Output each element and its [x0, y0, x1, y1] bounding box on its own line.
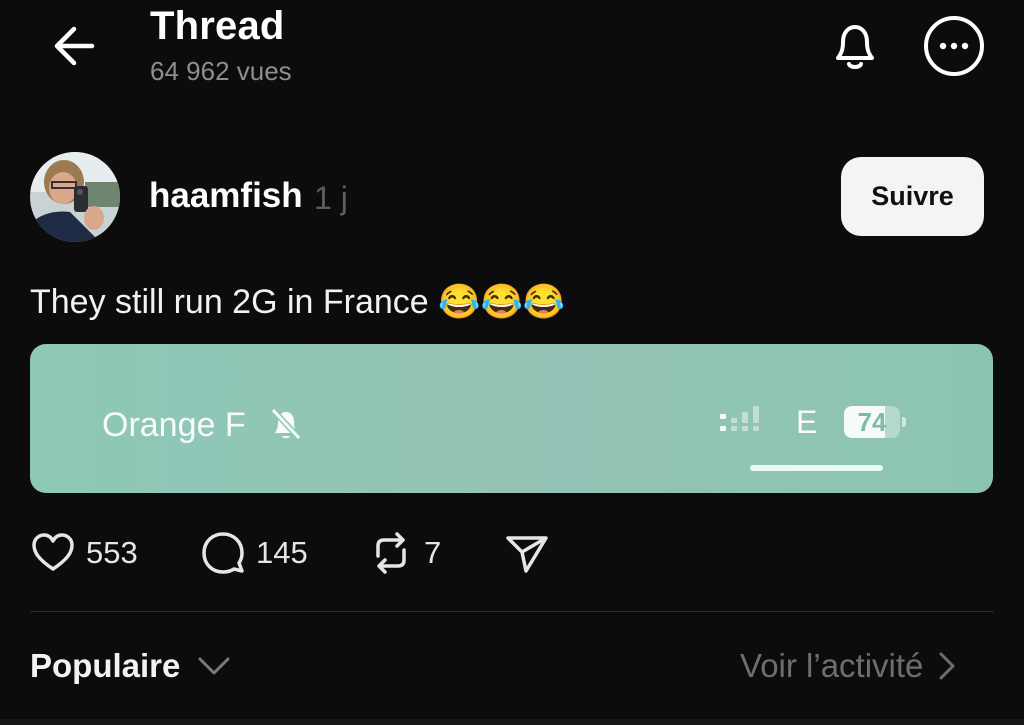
repost-count: 7 — [424, 535, 442, 570]
more-options-button[interactable] — [922, 14, 986, 78]
view-activity-link[interactable]: Voir l’activité — [740, 646, 963, 686]
share-button[interactable] — [504, 530, 550, 576]
sort-label: Populaire — [30, 647, 181, 684]
back-button[interactable] — [48, 20, 100, 72]
like-count: 553 — [86, 535, 138, 570]
battery-level: 74 — [857, 407, 887, 437]
divider — [30, 611, 994, 612]
post-age: 1 j — [314, 180, 348, 216]
chevron-right-icon — [939, 652, 955, 680]
user-avatar-image — [30, 152, 120, 242]
bell-icon — [836, 25, 874, 69]
signal-strength-icon — [720, 404, 762, 440]
repost-button[interactable]: 7 — [368, 530, 441, 576]
repost-icon — [376, 532, 406, 574]
arrow-left-icon — [54, 26, 95, 66]
notifications-button[interactable] — [826, 16, 884, 74]
heart-icon — [32, 533, 74, 571]
reply-button[interactable]: 145 — [200, 530, 308, 576]
post-username[interactable]: haamfish — [149, 176, 303, 216]
reply-count: 145 — [256, 535, 308, 570]
avatar[interactable] — [30, 152, 120, 242]
comment-icon — [202, 532, 244, 574]
like-button[interactable]: 553 — [30, 530, 138, 576]
page-title: Thread — [150, 4, 285, 48]
send-icon — [506, 536, 548, 573]
more-options-icon — [924, 16, 984, 76]
post-image[interactable]: Orange F E 74 — [30, 344, 993, 493]
bottom-edge — [0, 719, 1024, 725]
carrier-name: Orange F — [102, 406, 246, 444]
view-count: 64 962 vues — [150, 56, 292, 86]
view-activity-label: Voir l’activité — [740, 647, 924, 684]
follow-button[interactable]: Suivre — [841, 157, 984, 236]
battery-icon: 74 — [844, 406, 906, 438]
post-text: They still run 2G in France 😂😂😂 — [30, 283, 566, 321]
chevron-down-icon — [198, 657, 230, 675]
bell-muted-icon — [266, 404, 306, 444]
network-type: E — [796, 404, 818, 440]
sort-dropdown[interactable]: Populaire — [30, 646, 234, 686]
home-indicator — [750, 465, 883, 471]
